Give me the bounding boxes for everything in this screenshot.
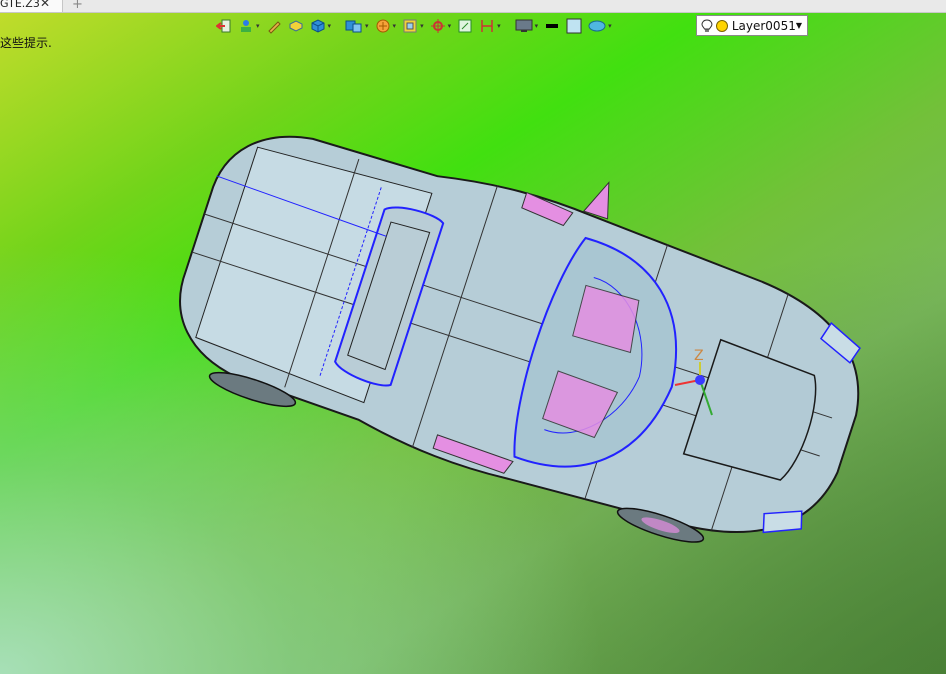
display-button[interactable]: ▾ bbox=[513, 15, 541, 37]
cube-icon bbox=[311, 19, 325, 33]
toolbar: ▾ ▾ ▾ ▾ ▾ ▾ ▾ ▾ ▾ bbox=[214, 15, 614, 37]
snap-button[interactable]: ▾ bbox=[428, 15, 454, 37]
material-button[interactable]: ▾ bbox=[586, 15, 614, 37]
car-model: Z bbox=[179, 135, 861, 543]
add-tab-icon[interactable]: + bbox=[72, 0, 83, 12]
tab-bar: GTE.Z3 ✕ + bbox=[0, 0, 946, 13]
snap-icon bbox=[430, 19, 445, 33]
filter-icon bbox=[376, 19, 390, 33]
chevron-down-icon[interactable]: ▼ bbox=[796, 21, 802, 30]
line-color-button[interactable] bbox=[542, 15, 562, 37]
document-tab-label: GTE.Z3 bbox=[0, 0, 40, 10]
document-tab[interactable]: GTE.Z3 ✕ bbox=[0, 0, 63, 12]
layer-color-icon[interactable] bbox=[715, 19, 728, 32]
axis-z-label: Z bbox=[694, 348, 704, 364]
paint-button[interactable]: ▾ bbox=[236, 15, 262, 37]
block-button[interactable] bbox=[286, 15, 306, 37]
line-color-icon bbox=[546, 24, 559, 28]
face-color-icon bbox=[566, 18, 582, 34]
pencil-button[interactable] bbox=[264, 15, 284, 37]
material-icon bbox=[588, 20, 606, 32]
dimension-icon bbox=[481, 20, 493, 32]
dimension-button[interactable]: ▾ bbox=[477, 15, 503, 37]
pencil-icon bbox=[267, 21, 281, 34]
view-button[interactable]: ▾ bbox=[400, 15, 426, 37]
part-icon bbox=[345, 20, 362, 33]
paint-icon bbox=[241, 20, 251, 32]
face-color-button[interactable] bbox=[564, 15, 584, 37]
view-icon bbox=[403, 19, 417, 33]
exit-button[interactable] bbox=[214, 15, 234, 37]
mirror bbox=[582, 181, 610, 220]
hint-text: 这些提示. bbox=[0, 36, 52, 50]
filter-button[interactable]: ▾ bbox=[373, 15, 399, 37]
block-icon bbox=[289, 20, 303, 32]
frame-icon bbox=[458, 19, 472, 33]
part-button[interactable]: ▾ bbox=[343, 15, 371, 37]
layer-name: Layer0051 bbox=[731, 18, 796, 33]
close-icon[interactable]: ✕ bbox=[40, 0, 50, 9]
layer-select[interactable]: Layer0051 ▼ bbox=[696, 15, 808, 36]
frame-button[interactable] bbox=[455, 15, 475, 37]
exit-icon bbox=[216, 19, 231, 33]
bulb-icon[interactable] bbox=[701, 19, 713, 33]
cube-button[interactable]: ▾ bbox=[308, 15, 334, 37]
display-icon bbox=[515, 19, 533, 32]
